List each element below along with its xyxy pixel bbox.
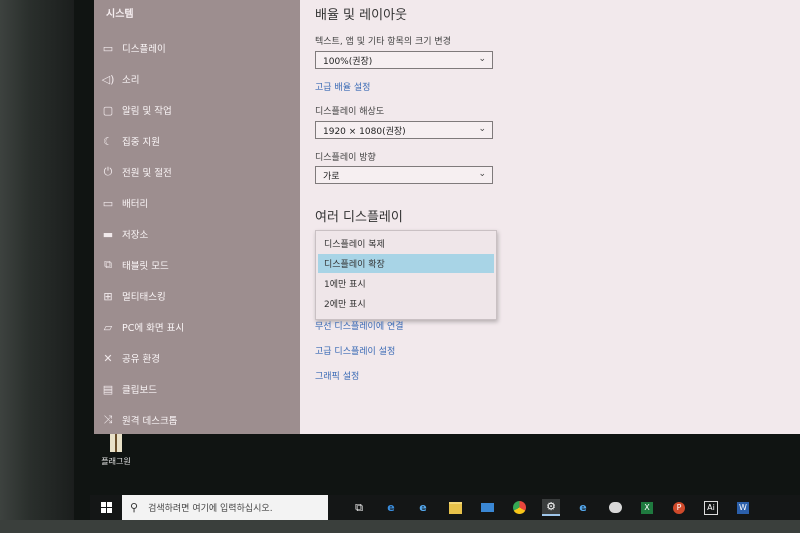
sidebar-item-label: 배터리: [122, 199, 149, 210]
powerpoint-icon[interactable]: P: [670, 499, 688, 516]
advanced-scale-link[interactable]: 고급 배율 설정: [315, 80, 370, 93]
remote-desktop-icon: ⤨: [103, 413, 113, 426]
sidebar-title: 시스템: [106, 9, 134, 20]
sidebar-item-project[interactable]: ▱ PC에 화면 표시: [94, 313, 300, 341]
sidebar-item-battery[interactable]: ▭ 배터리: [94, 189, 300, 217]
sidebar-item-label: 원격 데스크톱: [122, 416, 178, 427]
tablet-icon: ⧉: [104, 258, 112, 271]
multitasking-icon: ⊞: [103, 289, 113, 303]
task-view-icon[interactable]: ⧉: [350, 499, 368, 516]
option-show-only-2[interactable]: 2에만 표시: [318, 294, 494, 313]
start-button[interactable]: [94, 499, 118, 516]
sidebar-item-sound[interactable]: ◁) 소리: [94, 65, 300, 93]
sidebar-item-multitasking[interactable]: ⊞ 멀티태스킹: [94, 282, 300, 310]
scale-dropdown[interactable]: 100%(권장) ⌄: [315, 51, 493, 69]
word-icon[interactable]: W: [734, 499, 752, 516]
chrome-icon[interactable]: [510, 499, 528, 516]
sidebar-item-label: 알림 및 작업: [122, 106, 172, 117]
edge-icon[interactable]: e: [382, 499, 400, 516]
excel-icon[interactable]: X: [638, 499, 656, 516]
graphics-settings-link[interactable]: 그래픽 설정: [315, 369, 359, 382]
resolution-dropdown[interactable]: 1920 × 1080(권장) ⌄: [315, 121, 493, 139]
advanced-display-link[interactable]: 고급 디스플레이 설정: [315, 344, 395, 357]
settings-icon[interactable]: ⚙: [542, 499, 560, 516]
sidebar-item-shared[interactable]: ✕ 공유 환경: [94, 344, 300, 372]
search-icon: ⚲: [130, 501, 139, 514]
wireless-display-link[interactable]: 무선 디스플레이에 연결: [315, 319, 404, 332]
mail-icon[interactable]: [478, 499, 496, 516]
sidebar-item-focus-assist[interactable]: ☾ 집중 지원: [94, 127, 300, 155]
ie-icon[interactable]: e: [414, 499, 432, 516]
settings-sidebar: 시스템 ▭ 디스플레이 ◁) 소리 ▢ 알림 및 작업 ☾ 집중 지원 ⏻ 전원…: [94, 0, 300, 434]
sidebar-item-label: 멀티태스킹: [122, 292, 166, 303]
moon-icon: ☾: [103, 134, 113, 148]
desktop-shortcut[interactable]: 플래그원: [94, 434, 138, 470]
sidebar-item-clipboard[interactable]: ▤ 클립보드: [94, 375, 300, 403]
paint-icon[interactable]: [606, 499, 624, 516]
sidebar-item-label: 집중 지원: [122, 137, 160, 148]
settings-window: 시스템 ▭ 디스플레이 ◁) 소리 ▢ 알림 및 작업 ☾ 집중 지원 ⏻ 전원…: [94, 0, 800, 434]
option-extend[interactable]: 디스플레이 확장: [318, 254, 494, 273]
chevron-down-icon: ⌄: [478, 54, 486, 64]
sidebar-item-label: 디스플레이: [122, 44, 166, 55]
resolution-value: 1920 × 1080(권장): [323, 126, 406, 137]
sidebar-item-storage[interactable]: ▬ 저장소: [94, 220, 300, 248]
taskbar: ⚲ 검색하려면 여기에 입력하십시오. ⧉ e e ⚙ e X P Ai W: [90, 495, 800, 520]
notification-icon: ▢: [102, 103, 114, 117]
scale-label: 텍스트, 앱 및 기타 항목의 크기 변경: [315, 37, 451, 47]
sidebar-item-label: 소리: [122, 75, 140, 86]
windows-logo-icon: [100, 502, 112, 513]
resolution-label: 디스플레이 해상도: [315, 107, 385, 117]
scale-heading: 배율 및 레이아웃: [315, 8, 407, 23]
power-icon: ⏻: [103, 165, 113, 178]
orientation-value: 가로: [323, 171, 340, 182]
illustrator-icon[interactable]: Ai: [702, 499, 720, 516]
desktop-shortcut-label: 플래그원: [101, 457, 131, 466]
sidebar-item-label: 태블릿 모드: [122, 261, 169, 272]
ie-icon[interactable]: e: [574, 499, 592, 516]
option-show-only-1[interactable]: 1에만 표시: [318, 274, 494, 293]
sidebar-item-display[interactable]: ▭ 디스플레이: [94, 34, 300, 62]
orientation-dropdown[interactable]: 가로 ⌄: [315, 166, 493, 184]
monitor-icon: ▭: [102, 41, 114, 55]
multi-display-dropdown-list: 디스플레이 복제 디스플레이 확장 1에만 표시 2에만 표시: [315, 230, 497, 320]
sidebar-item-remote-desktop[interactable]: ⤨ 원격 데스크톱: [94, 406, 300, 434]
orientation-label: 디스플레이 방향: [315, 153, 376, 163]
sidebar-item-label: 클립보드: [122, 385, 157, 396]
screen: 시스템 ▭ 디스플레이 ◁) 소리 ▢ 알림 및 작업 ☾ 집중 지원 ⏻ 전원…: [74, 0, 800, 520]
chevron-down-icon: ⌄: [478, 169, 486, 179]
chevron-down-icon: ⌄: [478, 124, 486, 134]
sidebar-item-label: 공유 환경: [122, 354, 160, 365]
sidebar-item-label: 저장소: [122, 230, 149, 241]
sidebar-item-power[interactable]: ⏻ 전원 및 절전: [94, 158, 300, 186]
monitor-bezel-bottom: [0, 520, 800, 533]
sidebar-item-notifications[interactable]: ▢ 알림 및 작업: [94, 96, 300, 124]
sidebar-item-label: PC에 화면 표시: [122, 323, 185, 334]
storage-icon: ▬: [102, 227, 114, 241]
share-icon: ✕: [103, 351, 113, 365]
sidebar-item-label: 전원 및 절전: [122, 168, 172, 179]
taskbar-search[interactable]: ⚲ 검색하려면 여기에 입력하십시오.: [122, 495, 328, 520]
sidebar-item-tablet-mode[interactable]: ⧉ 태블릿 모드: [94, 251, 300, 279]
battery-icon: ▭: [102, 196, 114, 210]
clipboard-icon: ▤: [102, 382, 114, 396]
file-explorer-icon[interactable]: [446, 499, 464, 516]
multi-display-heading: 여러 디스플레이: [315, 210, 403, 225]
monitor-bezel-left: [0, 0, 74, 533]
search-placeholder: 검색하려면 여기에 입력하십시오.: [148, 504, 273, 514]
settings-content: 배율 및 레이아웃 텍스트, 앱 및 기타 항목의 크기 변경 100%(권장)…: [300, 0, 800, 434]
option-duplicate[interactable]: 디스플레이 복제: [318, 234, 494, 253]
scale-value: 100%(권장): [323, 56, 373, 67]
project-icon: ▱: [103, 320, 113, 334]
speaker-icon: ◁): [101, 72, 115, 86]
flag-icon: [110, 434, 122, 452]
